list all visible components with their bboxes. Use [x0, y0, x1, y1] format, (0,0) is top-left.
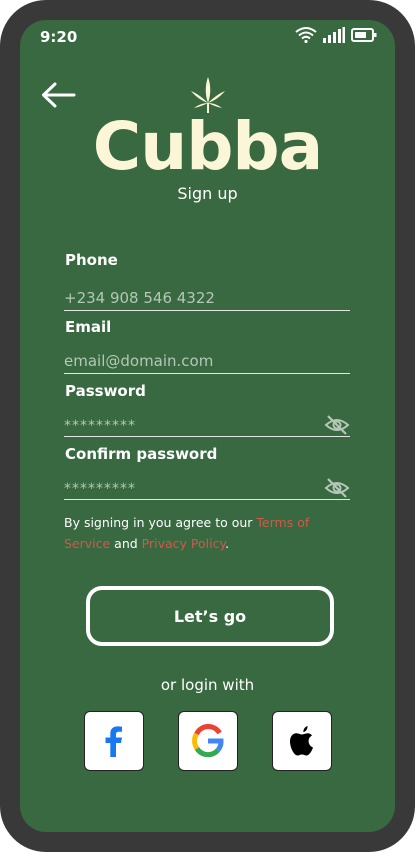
- privacy-policy-link[interactable]: Privacy Policy: [142, 536, 225, 551]
- terms-prefix: By signing in you agree to our: [64, 515, 257, 530]
- terms-suffix: .: [225, 536, 230, 551]
- facebook-icon: [105, 726, 122, 757]
- email-label: Email: [65, 318, 112, 336]
- terms-and: and: [110, 536, 142, 551]
- phone-label: Phone: [65, 251, 118, 269]
- page-subtitle: Sign up: [177, 184, 238, 203]
- password-label: Password: [65, 382, 146, 400]
- confirm-password-field[interactable]: *********: [64, 473, 350, 500]
- alt-login-text: or login with: [160, 676, 255, 694]
- eye-off-icon[interactable]: [324, 414, 350, 436]
- google-icon: [192, 724, 224, 758]
- email-placeholder: email@domain.com: [64, 352, 214, 370]
- confirm-password-label: Confirm password: [65, 445, 218, 463]
- status-time: 9:20: [40, 28, 78, 46]
- phone-frame: 9:20 Cubba Sign up Phone +234 908 546 43…: [0, 0, 415, 852]
- eye-off-icon[interactable]: [324, 477, 350, 499]
- email-field[interactable]: email@domain.com: [64, 347, 350, 374]
- screen: 9:20 Cubba Sign up Phone +234 908 546 43…: [20, 20, 395, 832]
- terms-text: By signing in you agree to our Terms of …: [64, 512, 354, 554]
- status-bar: 9:20: [20, 20, 395, 54]
- signal-icon: [323, 27, 345, 43]
- submit-button[interactable]: Let’s go: [86, 586, 334, 646]
- phone-field[interactable]: +234 908 546 4322: [64, 284, 350, 311]
- back-arrow-icon[interactable]: [40, 80, 76, 110]
- battery-icon: [351, 28, 377, 42]
- confirm-password-value: *********: [64, 481, 136, 497]
- password-field[interactable]: *********: [64, 410, 350, 437]
- apple-login-button[interactable]: [272, 711, 332, 771]
- wifi-icon: [295, 27, 317, 43]
- password-value: *********: [64, 418, 136, 434]
- status-icons: [295, 27, 377, 43]
- google-login-button[interactable]: [178, 711, 238, 771]
- apple-icon: [290, 726, 313, 756]
- facebook-login-button[interactable]: [84, 711, 144, 771]
- phone-value: +234 908 546 4322: [64, 289, 215, 307]
- brand-name: Cubba: [92, 108, 323, 185]
